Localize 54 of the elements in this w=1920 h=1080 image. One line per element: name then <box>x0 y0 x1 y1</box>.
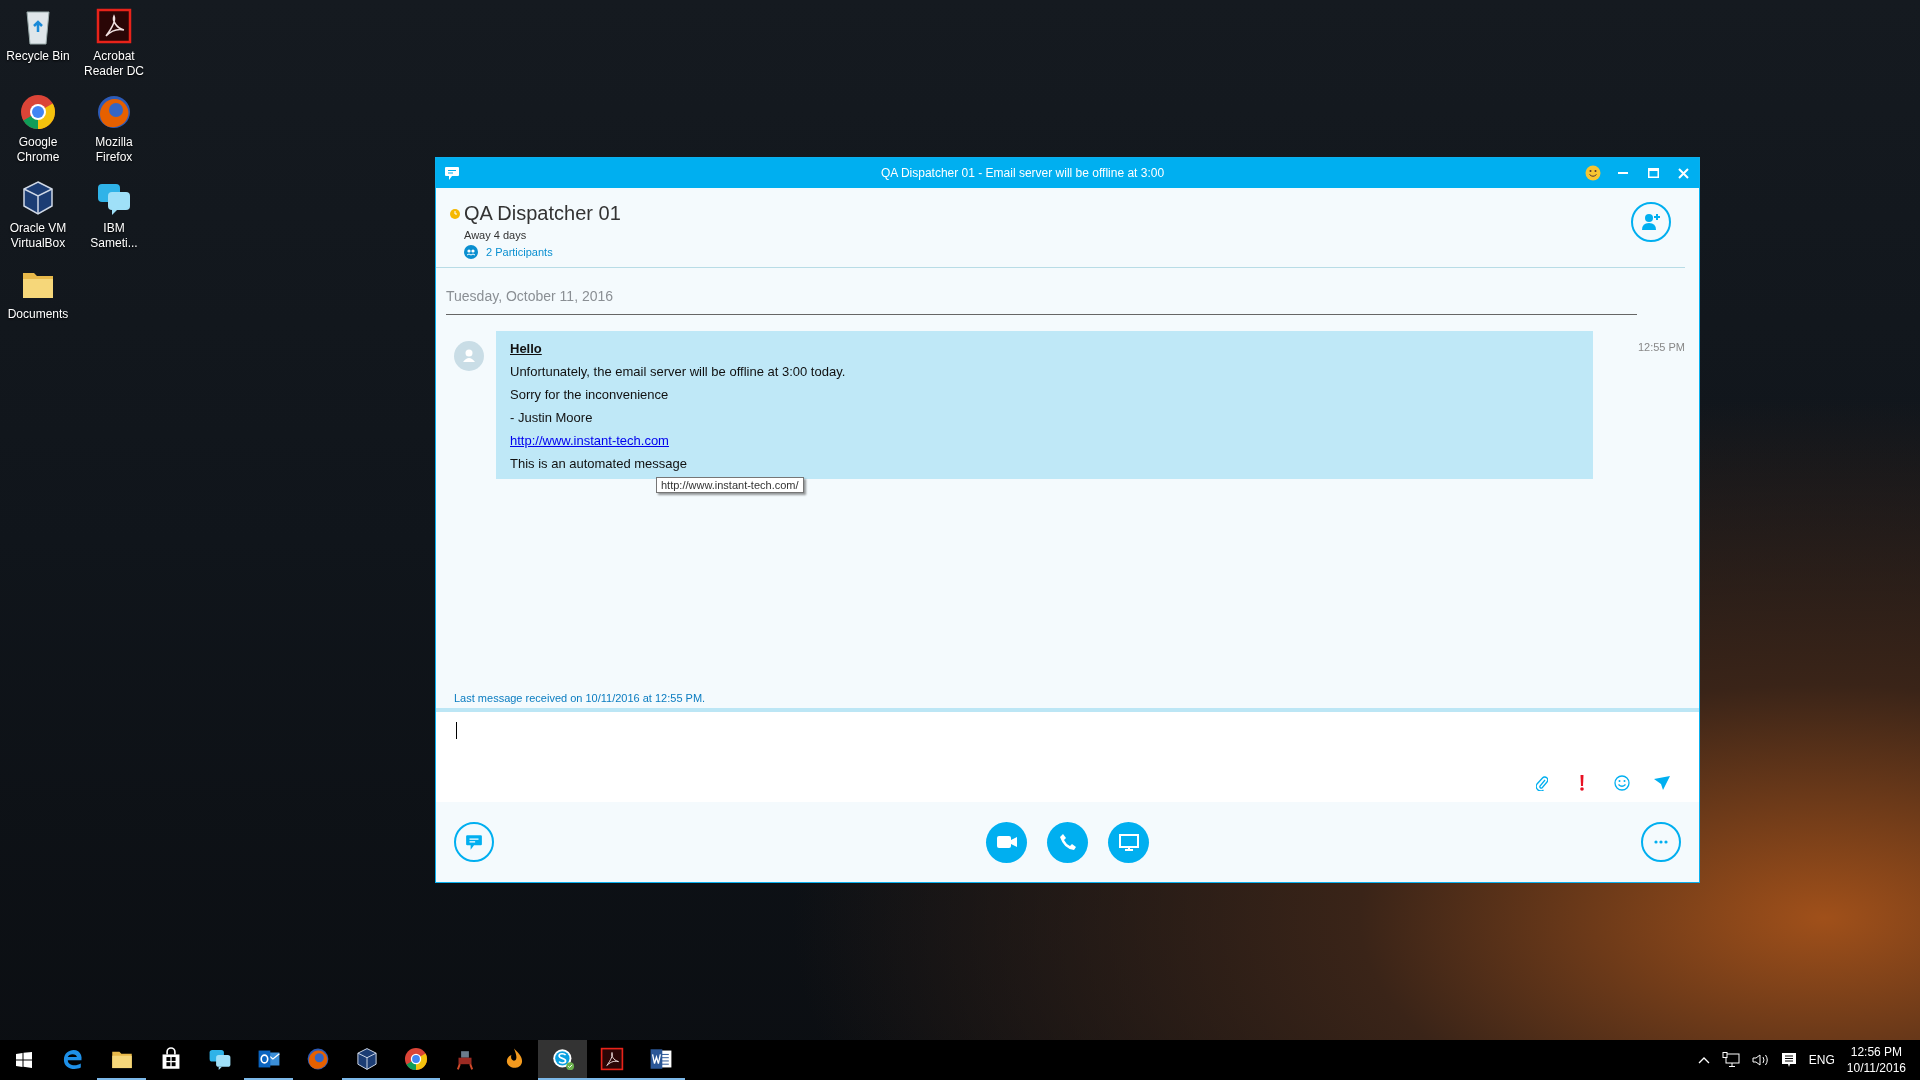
speech-bubble-icon <box>444 165 460 181</box>
windows-logo-icon <box>16 1052 32 1068</box>
exclamation-icon <box>1580 775 1584 791</box>
video-camera-icon <box>996 836 1017 848</box>
smiley-icon <box>1585 165 1601 181</box>
chevron-up-icon[interactable] <box>1697 1056 1710 1064</box>
ellipsis-icon <box>1654 840 1668 844</box>
pdf-document-icon <box>94 6 134 46</box>
speech-bubble-icon <box>465 833 483 851</box>
message-text: Sorry for the inconvenience <box>510 386 670 404</box>
message-text: - Justin Moore <box>510 409 594 427</box>
message-time: 12:55 PM <box>1636 340 1685 353</box>
clock-time[interactable]: 12:56 PM <box>1850 1044 1903 1060</box>
people-icon <box>464 245 478 259</box>
notification-icon[interactable] <box>1780 1052 1797 1068</box>
presence-status: Away 4 days <box>463 229 528 241</box>
participants-link[interactable]: 2 Participants <box>486 246 553 258</box>
desktop-icon-label[interactable]: Google Chrome <box>2 135 74 165</box>
paperclip-icon <box>1536 775 1548 791</box>
message-text: This is an automated message <box>510 455 689 473</box>
date-divider: Tuesday, October 11, 2016 <box>446 268 1637 315</box>
desktop-icon-label[interactable]: Recycle Bin <box>2 49 74 64</box>
language-indicator[interactable]: ENG <box>1808 1053 1835 1067</box>
speaker-icon[interactable] <box>1751 1053 1769 1067</box>
desktop-icon-label[interactable]: Acrobat Reader DC <box>78 49 150 79</box>
text-cursor <box>456 722 457 739</box>
message-heading: Hello <box>510 340 543 358</box>
maximize-icon <box>1647 168 1659 178</box>
browser-circle-icon <box>402 1046 429 1072</box>
message-link[interactable]: http://www.instant-tech.com <box>510 433 669 448</box>
desktop-icon-label[interactable]: Documents <box>2 307 74 322</box>
pdf-document-icon <box>598 1046 625 1072</box>
link-tooltip: http://www.instant-tech.com/ <box>656 477 804 493</box>
desktop-icon-label[interactable]: Mozilla Firefox <box>78 135 150 165</box>
message-text: Unfortunately, the email server will be offline at 3:00 today. <box>510 363 847 381</box>
avatar-icon <box>454 341 484 371</box>
monitor-icon <box>1118 833 1139 851</box>
network-icon[interactable] <box>1721 1052 1740 1068</box>
phone-icon <box>1059 834 1076 850</box>
browser-circle-icon <box>18 92 58 132</box>
smiley-icon <box>1614 775 1630 791</box>
desktop-icon-label[interactable]: Oracle VM VirtualBox <box>2 221 74 251</box>
clock-date[interactable]: 10/11/2016 <box>1846 1060 1906 1076</box>
close-icon <box>1677 167 1689 179</box>
contact-name: QA Dispatcher 01 <box>464 202 621 225</box>
window-title: QA Dispatcher 01 - Email server will be offline at 3:00 <box>879 166 1166 180</box>
send-icon <box>1654 776 1670 790</box>
minimize-icon <box>1618 172 1628 174</box>
taskbar-button[interactable] <box>538 1040 587 1080</box>
desktop-icon-label[interactable]: IBM Sameti... <box>78 221 150 251</box>
clock-status-icon <box>450 208 460 219</box>
last-message-notice: Last message received on 10/11/2016 at 12:55 PM. <box>453 692 707 706</box>
emoticon-button[interactable] <box>1585 165 1601 181</box>
add-person-icon <box>1641 213 1661 231</box>
